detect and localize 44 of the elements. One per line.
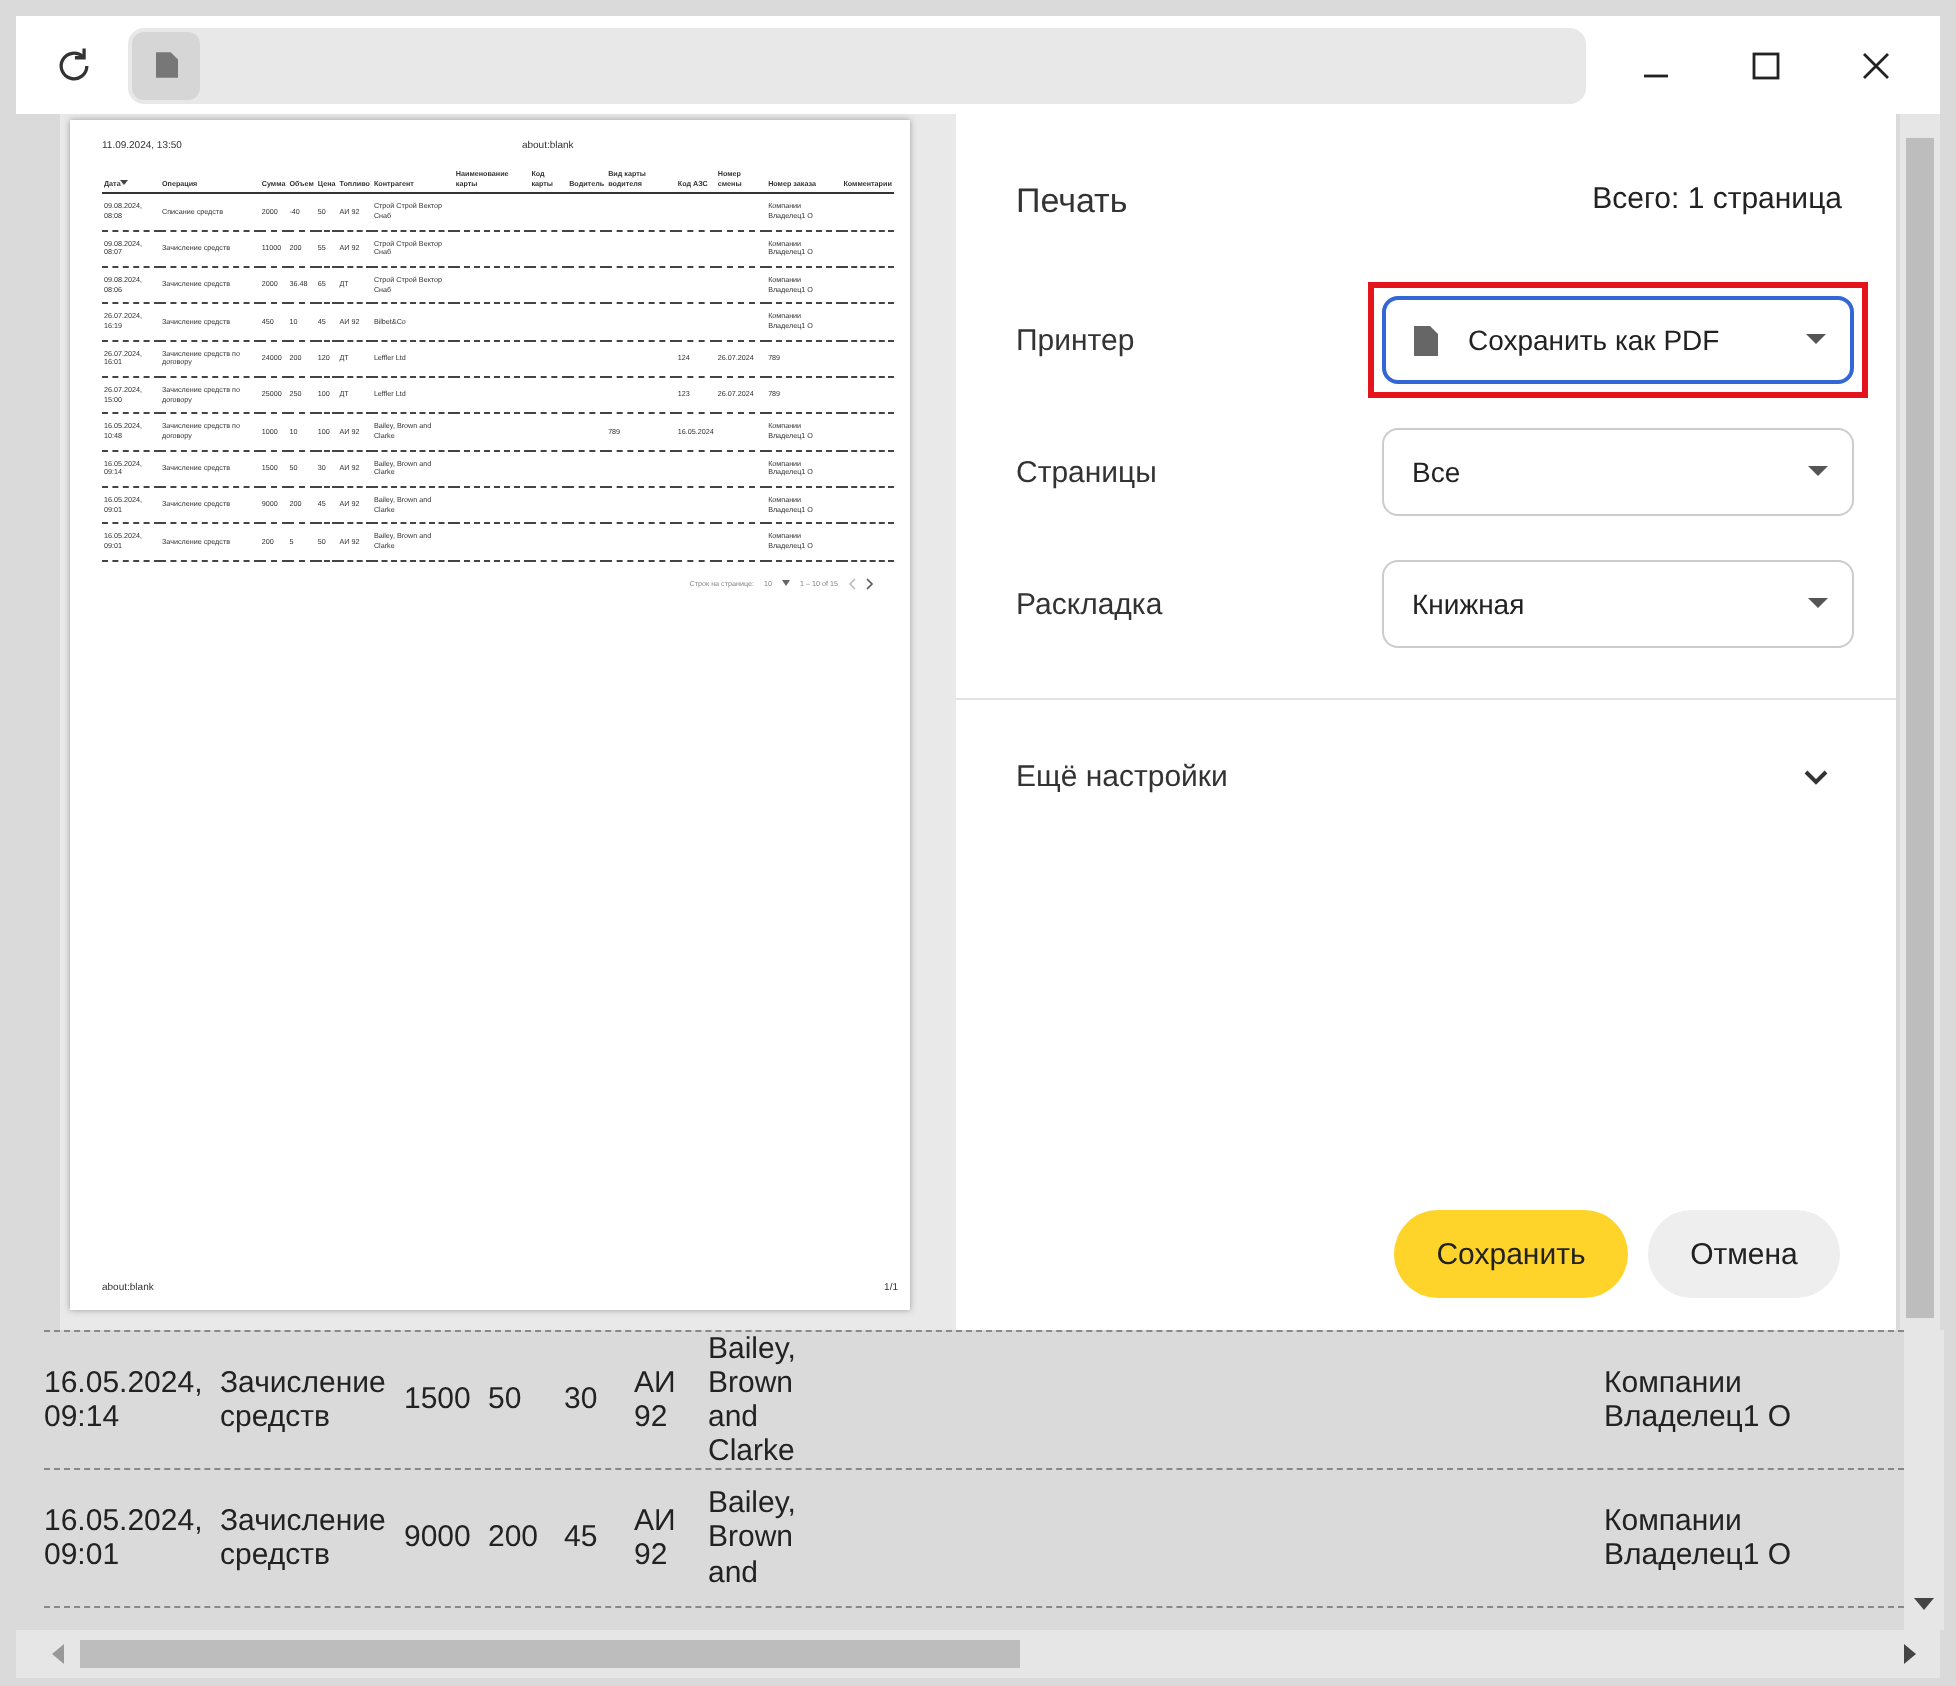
- scrollbar-thumb[interactable]: [1906, 138, 1934, 1318]
- dropdown[interactable]: Сохранить как PDF: [1382, 296, 1854, 384]
- maximize-icon[interactable]: [1748, 47, 1784, 83]
- table-cell-text: 200: [488, 1520, 541, 1556]
- table-cell-text: 50: [488, 1382, 524, 1418]
- table-cell-text: 16.05.2024, 09:14: [44, 1365, 205, 1435]
- table-cell-text: АИ 92: [634, 1365, 678, 1435]
- table-cell-text: Зачисление средств: [220, 1365, 388, 1435]
- scroll-right-icon[interactable]: [1904, 1644, 1916, 1664]
- more-settings-toggle[interactable]: Ещё настройки: [956, 700, 1896, 794]
- setting-label: Раскладка: [1016, 587, 1165, 621]
- table-cell-text: Зачисление средств: [220, 1503, 388, 1573]
- dropdown[interactable]: Все: [1382, 428, 1854, 516]
- caret-icon: [782, 580, 791, 587]
- caret-icon: [1806, 334, 1826, 346]
- save-button[interactable]: Сохранить: [1394, 1210, 1628, 1298]
- close-icon[interactable]: [1858, 47, 1894, 83]
- document-icon: [1414, 325, 1438, 355]
- cancel-button[interactable]: Отмена: [1648, 1210, 1840, 1298]
- chevron-icon: [1804, 769, 1828, 785]
- address-field[interactable]: [128, 27, 1586, 103]
- table-cell-text: Bailey, Brown and Clarke: [708, 1332, 798, 1469]
- setting-label: Принтер: [1016, 323, 1137, 357]
- dialog-title: Печать: [1016, 182, 1128, 222]
- table-cell-text: Компании Владелец1 О: [1604, 1503, 1794, 1573]
- table-cell-text: Компании Владелец1 О: [1604, 1365, 1794, 1435]
- setting-label: Страницы: [1016, 455, 1159, 489]
- chevron-right-icon: [866, 577, 874, 590]
- more-settings-label: Ещё настройки: [1016, 760, 1228, 794]
- caret-icon: [1808, 598, 1828, 610]
- table-cell-text: 16.05.2024, 09:01: [44, 1503, 205, 1573]
- scroll-down-icon[interactable]: [1914, 1598, 1934, 1610]
- dropdown[interactable]: Книжная: [1382, 560, 1854, 648]
- table-cell-text: 1500: [404, 1382, 473, 1418]
- caret-icon: [1808, 466, 1828, 478]
- document-icon: [155, 52, 177, 78]
- table-cell-text: 30: [564, 1382, 600, 1418]
- table-cell-text: 9000: [404, 1520, 473, 1556]
- table-cell-text: АИ 92: [634, 1503, 678, 1573]
- chevron-left-icon: [848, 577, 856, 590]
- scrollbar-thumb[interactable]: [80, 1640, 1020, 1668]
- table-cell-text: Bailey, Brown and: [708, 1486, 798, 1590]
- page-count: Всего: 1 страница: [1592, 182, 1842, 220]
- table-cell-text: 45: [564, 1520, 600, 1556]
